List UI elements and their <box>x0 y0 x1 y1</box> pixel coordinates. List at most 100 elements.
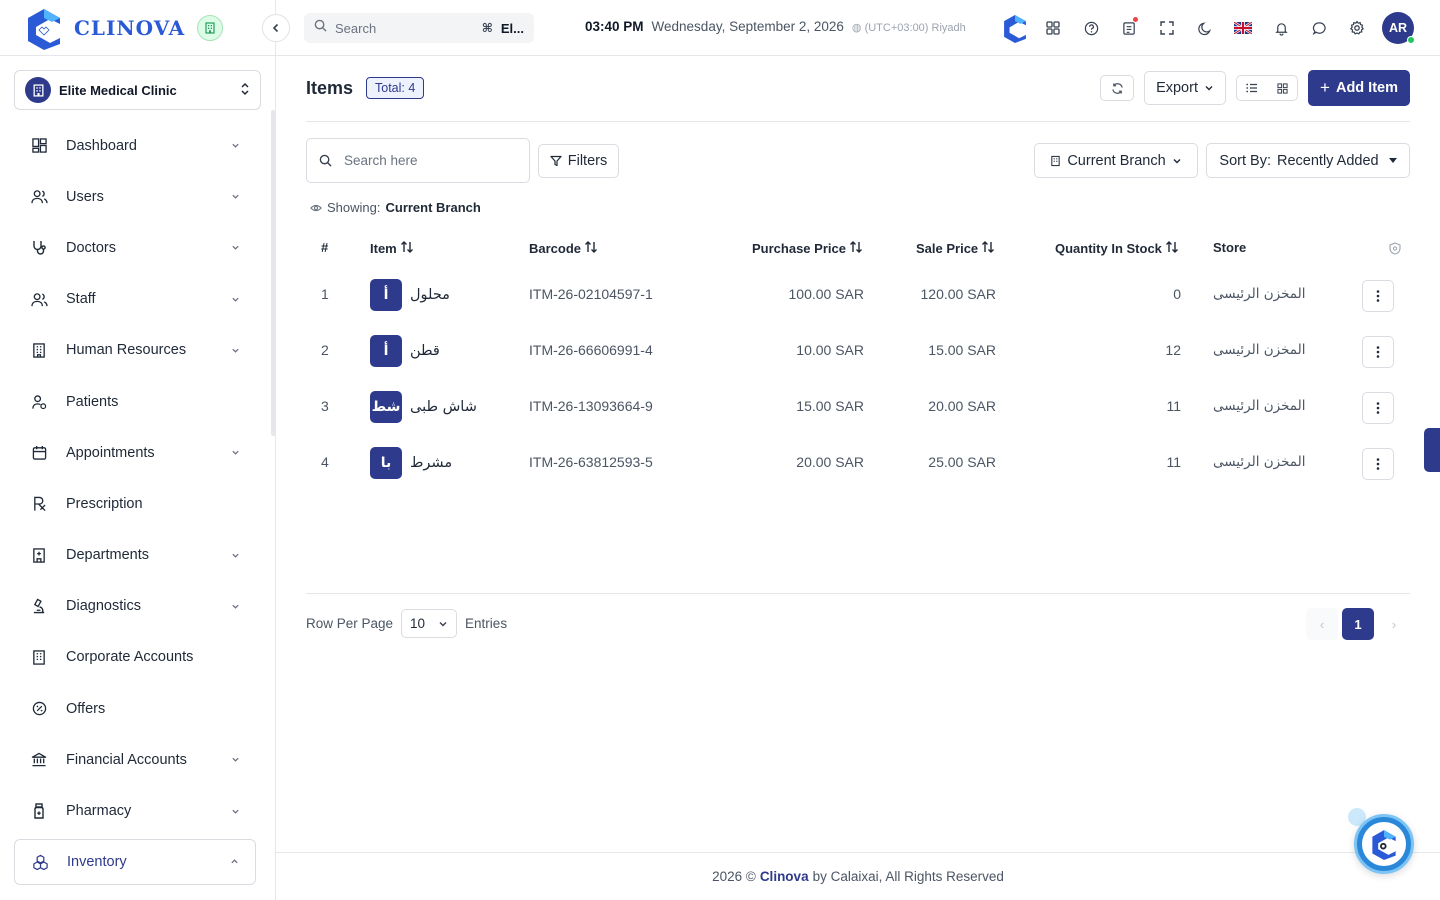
search-scope-label[interactable]: El... <box>501 21 524 36</box>
sort-prefix: Sort By: <box>1219 152 1271 169</box>
items-search-input[interactable] <box>344 153 504 168</box>
next-page-button[interactable]: › <box>1378 608 1410 640</box>
table-row[interactable]: 4 با مشرط ITM-26-63812593-5 20.00 SAR 25.00 S… <box>306 436 1410 492</box>
notes-unread-dot <box>1133 17 1138 22</box>
assistant-chat-button[interactable] <box>1354 814 1414 874</box>
branch-label: Current Branch <box>1067 152 1166 169</box>
column-item[interactable]: Item <box>370 240 414 257</box>
search-icon <box>314 19 327 37</box>
sidebar-collapse-button[interactable] <box>262 14 290 42</box>
export-label: Export <box>1156 80 1198 96</box>
refresh-button[interactable] <box>1100 75 1135 101</box>
clinova-app-icon[interactable] <box>996 12 1034 44</box>
table-row[interactable]: 2 أ قطن ITM-26-66606991-4 10.00 SAR 15.00 SAR… <box>306 324 1410 380</box>
brand-name: CLINOVA <box>74 16 186 40</box>
items-table: # Item Barcode Purchase Price Sale Price… <box>306 228 1410 492</box>
table-row[interactable]: 1 أ محلول ITM-26-02104597-1 100.00 SAR 120.00… <box>306 268 1410 324</box>
item-name: شاش طبى <box>410 399 477 415</box>
column-quantity-in-stock[interactable]: Quantity In Stock <box>1055 240 1179 257</box>
rx-icon <box>30 495 48 513</box>
column-index: # <box>321 240 329 255</box>
item-cell[interactable]: أ قطن <box>370 335 440 367</box>
list-view-icon[interactable] <box>1237 76 1267 100</box>
column-barcode[interactable]: Barcode <box>529 240 598 257</box>
notes-icon[interactable] <box>1110 12 1148 44</box>
column-purchase-price[interactable]: Purchase Price <box>752 240 863 257</box>
sidebar-item-pharmacy[interactable]: Pharmacy <box>14 785 256 836</box>
page-button-current[interactable]: 1 <box>1342 608 1374 640</box>
corporate-icon <box>30 648 48 666</box>
dark-mode-icon[interactable] <box>1186 12 1224 44</box>
help-icon[interactable] <box>1072 12 1110 44</box>
page-title: Items <box>306 78 354 98</box>
item-sale-price: 20.00 SAR <box>928 398 996 414</box>
sidebar-item-departments[interactable]: Departments <box>14 530 256 581</box>
item-cell[interactable]: أ محلول <box>370 279 450 311</box>
brand-logo[interactable]: CLINOVA <box>22 4 224 52</box>
rows-per-page-label: Row Per Page <box>306 616 394 631</box>
sort-select[interactable]: Sort By: Recently Added <box>1206 143 1410 178</box>
footer-brand-link[interactable]: Clinova <box>760 869 809 884</box>
user-avatar[interactable]: AR <box>1382 12 1415 44</box>
more-vertical-icon <box>1376 290 1380 302</box>
calendar-icon <box>30 444 48 462</box>
footer-copyright: 2026 © <box>712 869 756 884</box>
global-search[interactable]: ⌘ El... <box>304 13 534 43</box>
top-header: ⌘ El... 03:40 PM Wednesday, September 2,… <box>276 0 1440 56</box>
sidebar-item-doctors[interactable]: Doctors <box>14 222 256 273</box>
sidebar-item-human-resources[interactable]: Human Resources <box>14 325 256 376</box>
sidebar-scrollbar[interactable] <box>271 110 275 436</box>
filters-button[interactable]: Filters <box>538 144 619 178</box>
sidebar-item-dashboard[interactable]: Dashboard <box>14 120 256 171</box>
clinic-selector[interactable]: Elite Medical Clinic <box>14 70 261 110</box>
bell-icon[interactable] <box>1262 12 1300 44</box>
gear-icon[interactable] <box>1338 12 1376 44</box>
branch-select[interactable]: Current Branch <box>1034 143 1198 178</box>
fullscreen-icon[interactable] <box>1148 12 1186 44</box>
row-actions-button[interactable] <box>1362 448 1394 480</box>
timezone-label: ◍ (UTC+03:00) Riyadh <box>852 21 966 34</box>
caret-down-icon <box>1388 158 1397 163</box>
row-actions-button[interactable] <box>1362 280 1394 312</box>
chat-icon[interactable] <box>1300 12 1338 44</box>
apps-grid-icon[interactable] <box>1034 12 1072 44</box>
eye-icon <box>310 204 322 211</box>
side-drawer-tab[interactable] <box>1424 428 1440 472</box>
header-actions: AR <box>996 12 1415 44</box>
grid-view-icon[interactable] <box>1267 76 1297 100</box>
row-index: 2 <box>321 342 329 358</box>
sidebar-item-patients[interactable]: Patients <box>14 376 256 427</box>
column-sale-price[interactable]: Sale Price <box>916 240 995 257</box>
sidebar-item-label: Departments <box>66 547 150 564</box>
sidebar-item-staff[interactable]: Staff <box>14 274 256 325</box>
sidebar-item-financial-accounts[interactable]: Financial Accounts <box>14 734 256 785</box>
sidebar-item-label: Corporate Accounts <box>66 649 194 666</box>
uk-flag-icon[interactable] <box>1224 12 1262 44</box>
sidebar-item-label: Human Resources <box>66 342 187 359</box>
clinic-building-badge-icon[interactable] <box>197 15 224 41</box>
row-actions-button[interactable] <box>1362 392 1394 424</box>
sidebar-item-users[interactable]: Users <box>14 171 256 222</box>
prev-page-button[interactable]: ‹ <box>1306 608 1338 640</box>
sidebar-item-appointments[interactable]: Appointments <box>14 427 256 478</box>
add-item-button[interactable]: + Add Item <box>1308 70 1410 106</box>
items-search[interactable] <box>306 138 530 183</box>
chevron-down-icon <box>1205 86 1213 91</box>
item-name: مشرط <box>410 455 453 471</box>
sidebar-item-offers[interactable]: Offers <box>14 683 256 734</box>
item-store: المخزن الرئيسى <box>1213 286 1306 302</box>
sort-icon <box>400 240 414 257</box>
item-cell[interactable]: با مشرط <box>370 447 452 479</box>
sidebar-item-prescription[interactable]: Prescription <box>14 478 256 529</box>
sidebar-item-corporate-accounts[interactable]: Corporate Accounts <box>14 632 256 683</box>
filter-icon <box>550 155 562 167</box>
row-actions-button[interactable] <box>1362 336 1394 368</box>
chevron-left-icon <box>272 23 279 33</box>
table-row[interactable]: 3 شط شاش طبى ITM-26-13093664-9 15.00 SAR 20.0… <box>306 380 1410 436</box>
export-button[interactable]: Export <box>1144 71 1227 105</box>
item-cell[interactable]: شط شاش طبى <box>370 391 477 423</box>
sidebar-item-inventory[interactable]: Inventory <box>14 838 256 885</box>
rows-per-page-select[interactable]: 10 <box>401 609 458 638</box>
sidebar-item-diagnostics[interactable]: Diagnostics <box>14 581 256 632</box>
global-search-input[interactable] <box>335 20 474 36</box>
